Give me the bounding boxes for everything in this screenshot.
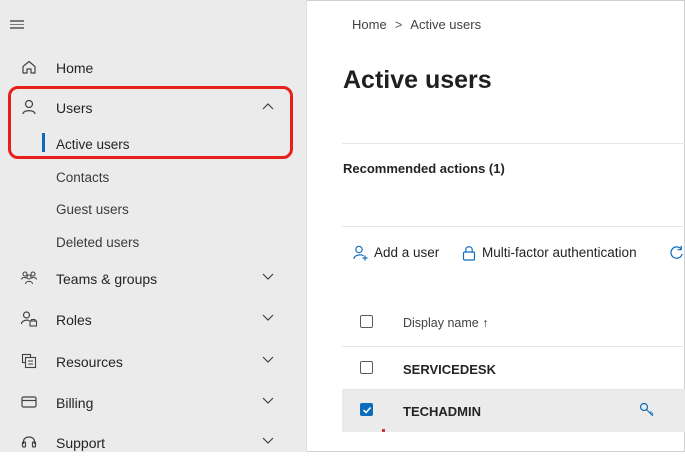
display-name-cell[interactable]: SERVICEDESK — [403, 362, 496, 377]
key-icon — [639, 402, 654, 417]
sidebar-item-label: Billing — [56, 395, 94, 411]
marker-dot — [382, 429, 385, 432]
lock-icon — [462, 246, 476, 261]
checkmark-icon — [362, 406, 372, 414]
divider — [342, 143, 685, 144]
breadcrumb: Home > Active users — [352, 17, 481, 32]
sidebar-item-roles[interactable]: Roles — [0, 304, 306, 336]
sidebar-item-label: Contacts — [56, 170, 110, 185]
table-row[interactable]: SERVICEDESK — [342, 348, 685, 390]
breadcrumb-home-link[interactable]: Home — [352, 17, 387, 32]
roles-icon — [20, 311, 38, 327]
sidebar-item-label: Home — [56, 60, 94, 76]
sidebar-item-deleted-users[interactable]: Deleted users — [0, 226, 306, 258]
sidebar-item-resources[interactable]: Resources — [0, 346, 306, 378]
column-header-display-name[interactable]: Display name ↑ — [403, 316, 488, 330]
refresh-icon[interactable] — [668, 244, 685, 262]
divider — [342, 226, 685, 227]
highlight-annotation — [8, 86, 293, 159]
sidebar-item-guest-users[interactable]: Guest users — [0, 193, 306, 225]
row-checkbox[interactable] — [360, 361, 373, 374]
sidebar-item-billing[interactable]: Billing — [0, 387, 306, 419]
table-header-row: Display name ↑ — [342, 302, 685, 344]
sidebar-item-label: Support — [56, 435, 106, 451]
sidebar-item-support[interactable]: Support — [0, 427, 306, 459]
sidebar: Home Users Active users Contacts Guest u… — [0, 0, 307, 452]
headset-icon — [21, 436, 37, 448]
chevron-down-icon — [262, 437, 274, 444]
add-user-label: Add a user — [374, 245, 440, 260]
display-name-cell[interactable]: TECHADMIN — [403, 404, 481, 419]
sidebar-item-teams-groups[interactable]: Teams & groups — [0, 263, 306, 295]
sidebar-item-home[interactable]: Home — [0, 52, 306, 84]
resources-icon — [21, 353, 37, 369]
recommended-actions-link[interactable]: Recommended actions (1) — [343, 161, 505, 176]
group-icon — [20, 271, 38, 285]
sidebar-item-contacts[interactable]: Contacts — [0, 161, 306, 193]
select-all-checkbox[interactable] — [360, 315, 373, 328]
chevron-down-icon — [262, 356, 274, 363]
sidebar-item-label: Resources — [56, 354, 123, 370]
sidebar-item-label: Deleted users — [56, 235, 140, 250]
sidebar-item-label: Teams & groups — [56, 271, 158, 287]
breadcrumb-separator: > — [394, 17, 403, 32]
home-icon — [22, 60, 36, 74]
page-title: Active users — [343, 66, 492, 94]
chevron-down-icon — [262, 397, 274, 404]
chevron-down-icon — [262, 273, 274, 280]
breadcrumb-current: Active users — [410, 17, 482, 32]
chevron-down-icon — [262, 314, 274, 321]
mfa-label: Multi-factor authentication — [482, 245, 637, 260]
sidebar-item-label: Guest users — [56, 202, 129, 217]
row-checkbox[interactable] — [360, 403, 373, 416]
table-row[interactable]: TECHADMIN — [342, 390, 685, 432]
billing-icon — [21, 396, 37, 408]
add-user-icon — [353, 245, 368, 261]
sidebar-item-label: Roles — [56, 312, 92, 328]
hamburger-menu-icon[interactable] — [10, 20, 24, 29]
divider — [342, 346, 685, 347]
